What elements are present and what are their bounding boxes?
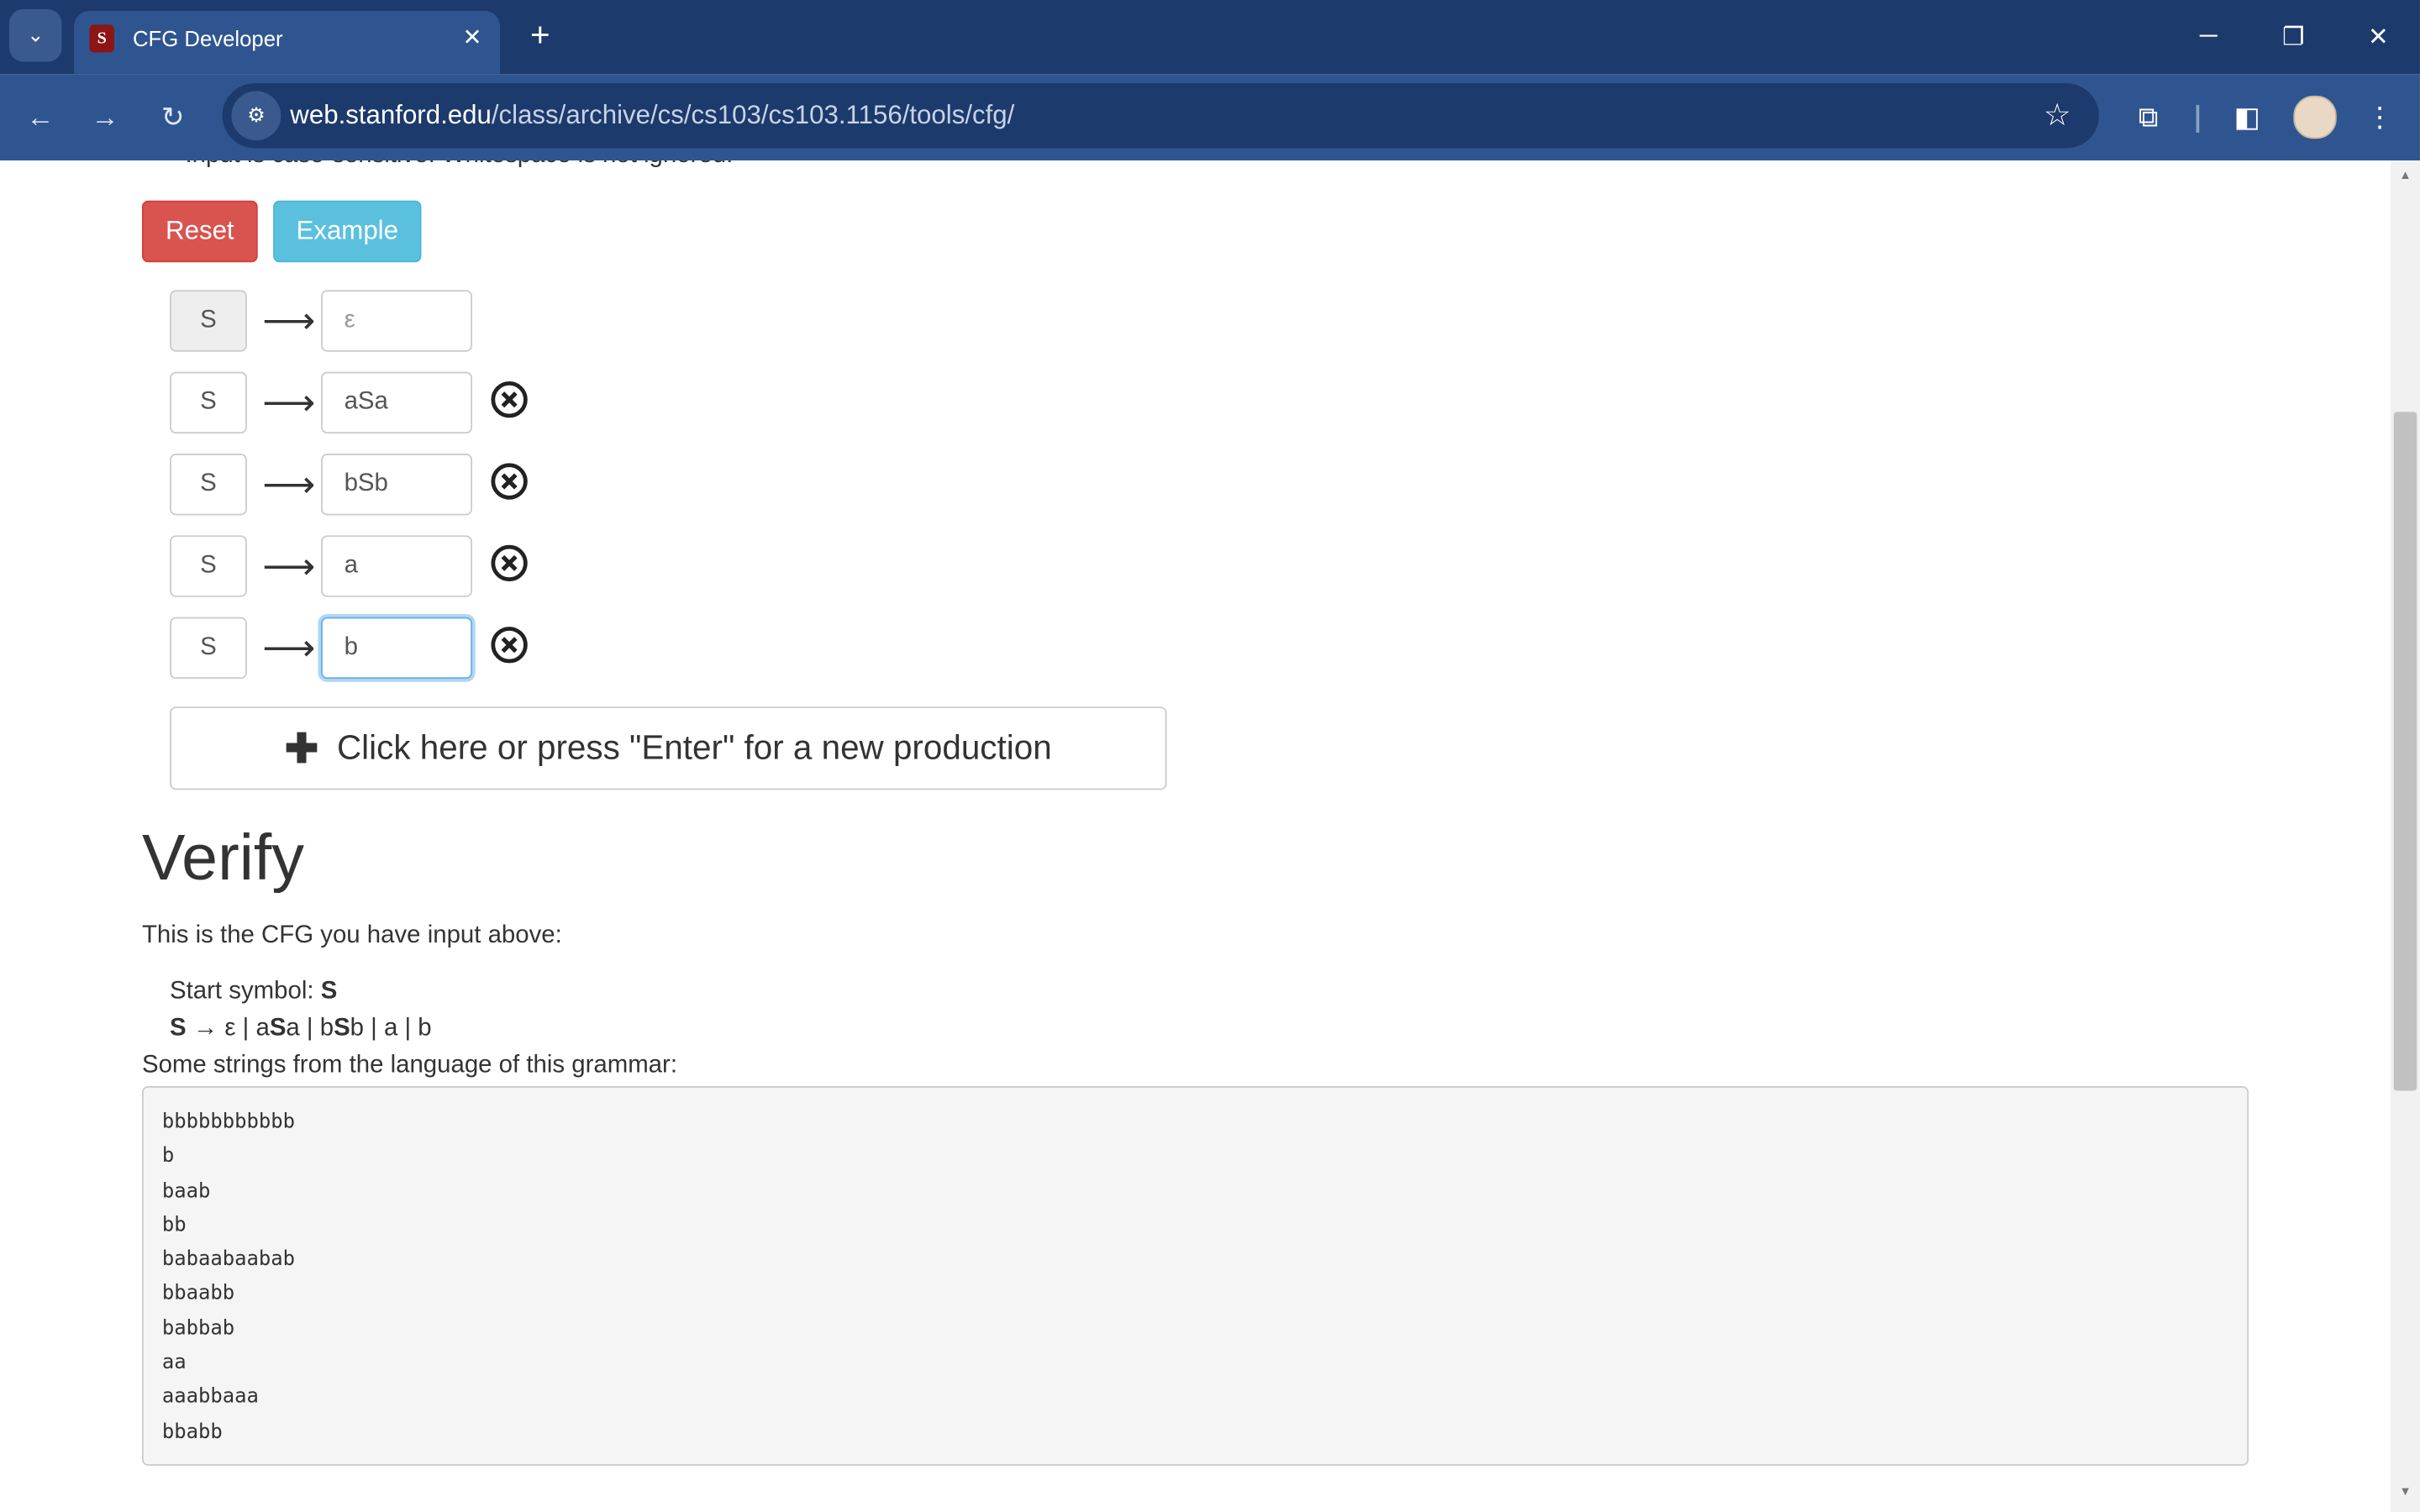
- list-item: aa: [161, 1352, 187, 1375]
- remove-production-icon[interactable]: [489, 625, 529, 665]
- side-panel-icon[interactable]: ◧: [2223, 92, 2272, 142]
- add-production-label: Click here or press "Enter" for a new pr…: [336, 727, 1052, 767]
- production-rhs-input[interactable]: bSb: [321, 453, 473, 516]
- grammar-rule-line: S → ε | aSa | bSb | a | b: [170, 1015, 432, 1042]
- forward-arrow-icon[interactable]: →: [81, 92, 130, 142]
- production-row: S ⟶ aSa: [170, 371, 571, 437]
- new-tab-plus-icon[interactable]: +: [522, 18, 559, 55]
- production-arrow: ⟶: [262, 382, 316, 425]
- list-item: b: [161, 1145, 175, 1168]
- back-arrow-icon[interactable]: ←: [15, 92, 65, 142]
- remove-production-icon[interactable]: [489, 543, 529, 584]
- generated-strings-box: bbbbbbbbbbb b baab bb babaabaabab bbaabb…: [141, 1086, 2249, 1466]
- production-row: S ⟶ bSb: [170, 453, 571, 518]
- production-lhs-input[interactable]: S: [170, 453, 247, 516]
- production-rhs-input[interactable]: ε: [321, 290, 473, 352]
- tab-title: CFG Developer: [132, 26, 283, 51]
- production-lhs-input[interactable]: S: [170, 617, 247, 680]
- instruction-bullet: • Input is case-sensitive. Whitespace is…: [170, 160, 733, 170]
- menu-kebab-icon[interactable]: ⋮: [2355, 92, 2405, 142]
- close-tab-icon[interactable]: ✕: [457, 22, 488, 53]
- remove-production-icon[interactable]: [489, 380, 529, 420]
- profile-avatar[interactable]: [2293, 95, 2337, 139]
- list-item: bb: [161, 1214, 187, 1237]
- start-symbol-line: Start symbol: S: [170, 978, 338, 1005]
- verify-heading: Verify: [141, 821, 304, 894]
- production-arrow: ⟶: [262, 301, 316, 343]
- reset-button[interactable]: Reset: [141, 200, 258, 263]
- list-item: bbbbbbbbbbb: [161, 1110, 295, 1134]
- production-rhs-input[interactable]: a: [321, 535, 473, 597]
- list-item: aaabbaaa: [161, 1386, 259, 1410]
- bookmark-star-icon[interactable]: ☆: [2044, 96, 2071, 134]
- scrollbar-thumb[interactable]: [2393, 412, 2417, 1091]
- remove-production-icon[interactable]: [489, 461, 529, 501]
- tab-strip: ⌄ S CFG Developer ✕ + ─ ❐ ✕: [0, 0, 2420, 75]
- production-rhs-input[interactable]: b: [321, 617, 473, 680]
- window-close-icon[interactable]: ✕: [2355, 15, 2402, 58]
- minimize-icon[interactable]: ─: [2186, 15, 2232, 58]
- list-item: babbab: [161, 1317, 235, 1341]
- production-arrow: ⟶: [262, 464, 316, 507]
- site-info-icon[interactable]: ⚙: [231, 91, 281, 141]
- some-strings-label: Some strings from the language of this g…: [141, 1052, 677, 1079]
- page-content: • Input is case-sensitive. Whitespace is…: [0, 160, 2391, 1512]
- scroll-down-arrow-icon[interactable]: ▼: [2394, 1484, 2417, 1499]
- cfg-intro-text: This is the CFG you have input above:: [141, 922, 562, 949]
- production-rhs-input[interactable]: aSa: [321, 371, 473, 434]
- production-row: S ⟶ b: [170, 617, 571, 682]
- list-item: babaabaabab: [161, 1248, 295, 1272]
- add-production-button[interactable]: ✚ Click here or press "Enter" for a new …: [170, 706, 1167, 790]
- url-text[interactable]: web.stanford.edu/class/archive/cs/cs103/…: [290, 100, 1014, 131]
- browser-tab[interactable]: S CFG Developer ✕: [74, 10, 501, 75]
- example-button[interactable]: Example: [273, 200, 422, 263]
- list-item: baab: [161, 1179, 211, 1203]
- navigation-bar: ← → ↻ ⚙ web.stanford.edu/class/archive/c…: [0, 74, 2420, 161]
- tab-search-chevron-icon[interactable]: ⌄: [9, 9, 62, 62]
- production-lhs-input[interactable]: S: [170, 371, 247, 434]
- address-bar[interactable]: ⚙ web.stanford.edu/class/archive/cs/cs10…: [222, 83, 2099, 149]
- list-item: bbaabb: [161, 1283, 235, 1306]
- production-lhs-input: S: [170, 290, 247, 352]
- scroll-up-arrow-icon[interactable]: ▲: [2394, 168, 2417, 182]
- list-item: bbabb: [161, 1420, 223, 1444]
- production-arrow: ⟶: [262, 546, 316, 588]
- production-arrow: ⟶: [262, 627, 316, 670]
- restore-icon[interactable]: ❐: [2270, 15, 2317, 58]
- extensions-puzzle-icon[interactable]: ⧉: [2123, 92, 2173, 142]
- production-row: S ⟶ ε: [170, 290, 571, 354]
- stanford-favicon-icon: S: [89, 24, 114, 53]
- reload-icon[interactable]: ↻: [148, 92, 197, 142]
- toolbar-divider: [2196, 104, 2200, 133]
- production-lhs-input[interactable]: S: [170, 535, 247, 597]
- production-row: S ⟶ a: [170, 535, 571, 600]
- plus-icon: ✚: [284, 724, 318, 771]
